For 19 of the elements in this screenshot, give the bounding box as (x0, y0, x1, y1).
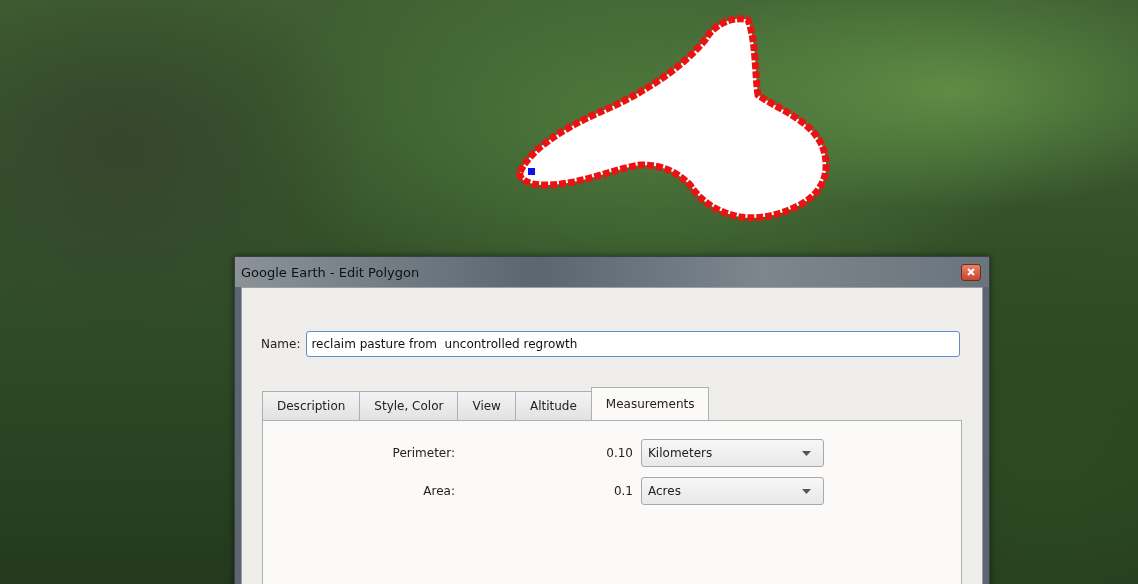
tab[interactable]: Style, Color (359, 391, 459, 420)
measurement-label: Area: (423, 484, 455, 498)
measurement-label: Perimeter: (392, 446, 455, 460)
name-label: Name: (261, 337, 301, 351)
name-field[interactable]: reclaim pasture from uncontrolled regrowth (306, 331, 960, 357)
vertex-marker[interactable] (528, 168, 535, 175)
measurement-value: 0.10 (606, 446, 633, 460)
tab[interactable]: Description (262, 391, 361, 420)
tab[interactable]: Measurements (590, 387, 710, 420)
close-button[interactable] (961, 263, 981, 281)
tab[interactable]: View (457, 391, 516, 420)
tab[interactable]: Altitude (514, 391, 592, 420)
unit-dropdown[interactable]: Acres (641, 477, 824, 505)
measurement-value: 0.1 (613, 484, 633, 498)
caret-icon (802, 450, 811, 456)
window-title: Google Earth - Edit Polygon (241, 264, 420, 280)
unit-dropdown[interactable]: Kilometers (641, 439, 824, 467)
close-icon (967, 268, 975, 276)
caret-icon (802, 488, 811, 494)
